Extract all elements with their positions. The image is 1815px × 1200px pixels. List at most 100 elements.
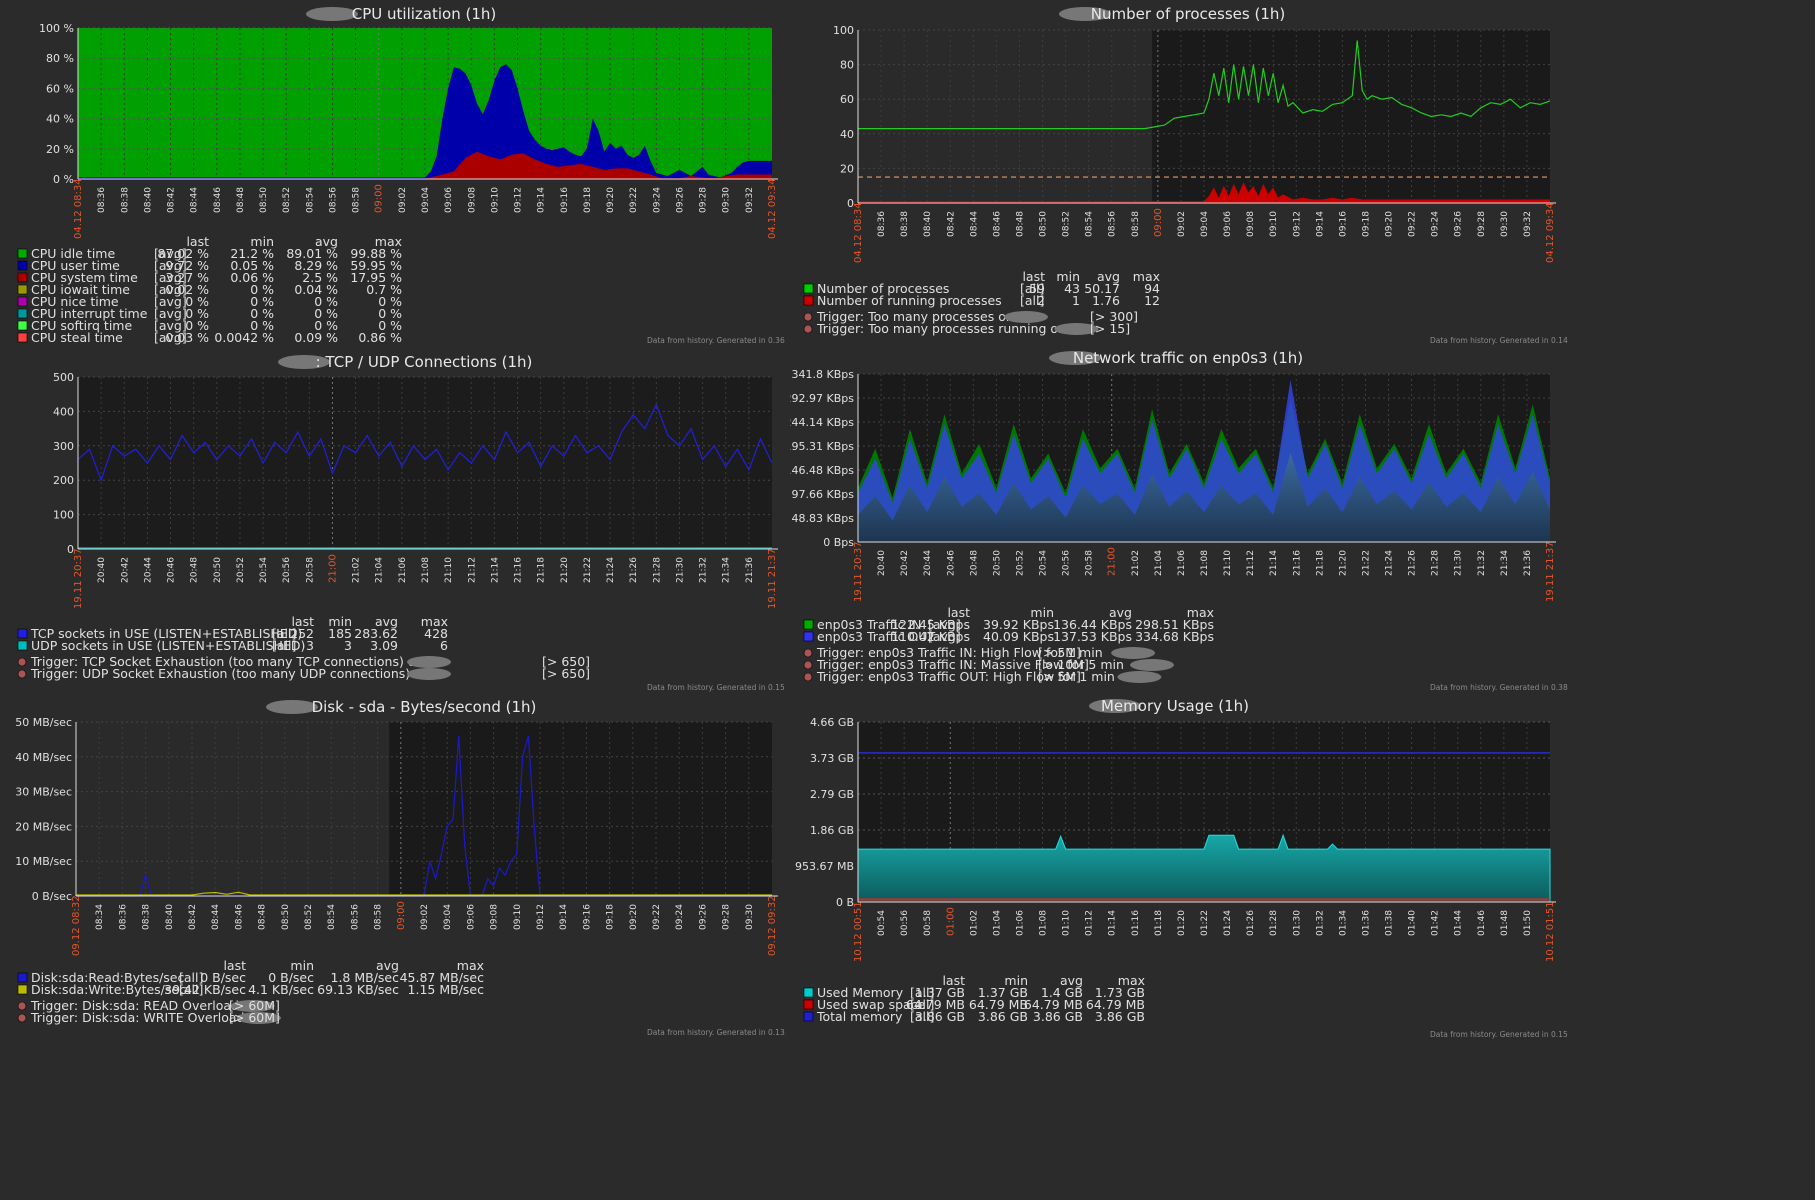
disk-xtick: 08:54 (327, 904, 337, 930)
disk-ytick: 30 MB/sec (15, 786, 72, 799)
proc-xtick: 09:02 (1177, 211, 1187, 237)
cpu-xtick: 09:02 (398, 187, 408, 213)
tcp-trigger-text: Trigger: UDP Socket Exhaustion (too many… (30, 666, 430, 681)
mem-xtick: 01:40 (1408, 910, 1418, 936)
net-xtick: 21:26 (1408, 550, 1418, 576)
net-xtick: 21:06 (1177, 550, 1187, 576)
disk-host-blur (266, 700, 318, 714)
net-trigger-host-blur (1130, 659, 1174, 671)
mem-ytick: 0 B (836, 896, 854, 909)
net-xtick: 20:56 (1062, 550, 1072, 576)
net-legend-last: 110.42 KBps (891, 629, 970, 644)
mem-x-start: 10.12 00:51 (853, 901, 864, 962)
disk-ytick: 40 MB/sec (15, 751, 72, 764)
proc-xtick: 09:04 (1200, 211, 1210, 237)
panel-tcp-udp: : TCP / UDP Connections (1h) 0 100 200 300 40… (4, 350, 787, 697)
disk-ytick: 50 MB/sec (15, 716, 72, 729)
net-xtick: 21:32 (1477, 550, 1487, 576)
tcp-xtick: 21:16 (514, 557, 524, 583)
cpu-xtick: 09:10 (490, 187, 500, 213)
net-title: Network traffic on enp0s3 (1h) (1073, 350, 1303, 367)
proc-trigger-value: [> 15] (1090, 321, 1130, 336)
net-legend-min: 40.09 KBps (983, 629, 1054, 644)
tcp-xtick: 21:04 (375, 557, 385, 583)
tcp-legend-fn: [all] (272, 638, 296, 653)
net-xtick: 21:30 (1454, 550, 1464, 576)
cpu-xtick: 08:52 (282, 187, 292, 213)
net-xtick: 21:22 (1361, 550, 1371, 576)
proc-xtick: 08:52 (1062, 211, 1072, 237)
net-xtick: 20:58 (1085, 550, 1095, 576)
mem-xtick: 00:54 (877, 910, 887, 936)
tcp-xtick: 21:24 (606, 557, 616, 583)
proc-legend-avg: 1.76 (1092, 293, 1120, 308)
cpu-legend-avg: 0.09 % (294, 330, 338, 345)
mem-xtick: 01:04 (992, 910, 1002, 936)
proc-xtick: 08:40 (923, 211, 933, 237)
tcp-xtick: 21:18 (537, 557, 547, 583)
disk-xtick: 09:10 (513, 904, 523, 930)
cpu-xtick: 09:14 (537, 187, 547, 213)
tcp-ytick: 400 (53, 405, 74, 418)
tcp-xtick: 20:42 (120, 557, 130, 583)
disk-legend-avg: 69.13 KB/sec (317, 982, 399, 997)
net-xtick: 20:54 (1039, 550, 1049, 576)
net-ytick: 195.31 KBps (790, 440, 854, 453)
cpu-footer: Data from history. Generated in 0.36 sec (647, 336, 787, 345)
tcp-trigger-dot (17, 657, 27, 667)
net-xtick: 21:36 (1523, 550, 1533, 576)
panel-processes: Number of processes (1h) 0 20 40 60 80 100 08:3… (790, 0, 1570, 350)
tcp-xtick: 21:02 (352, 557, 362, 583)
tcp-xtick: 20:56 (282, 557, 292, 583)
proc-xtick: 08:58 (1131, 211, 1141, 237)
mem-legend-swatch (803, 1011, 814, 1022)
tcp-x-end: 19.11 21:37 (767, 548, 778, 609)
disk-chart: Disk - sda - Bytes/second (1h) 0 B/sec 10 … (15, 698, 787, 1037)
mem-xtick: 01:10 (1062, 910, 1072, 936)
disk-xtick: 08:44 (211, 904, 221, 930)
net-xtick: 21:10 (1223, 550, 1233, 576)
processes-chart: Number of processes (1h)02040608010008:3… (803, 5, 1570, 345)
memory-chart: Memory Usage (1h) 0 B 953.67 MB 1.86 GB 2.79… (795, 697, 1570, 1039)
proc-legend-min: 1 (1072, 293, 1080, 308)
tcp-xtick: 21:06 (398, 557, 408, 583)
proc-xtick: 08:44 (969, 211, 979, 237)
tcp-legend-avg: 3.09 (370, 638, 398, 653)
disk-xtick: 09:04 (443, 904, 453, 930)
net-ytick: 48.83 KBps (792, 512, 855, 525)
mem-legend-min: 3.86 GB (978, 1009, 1028, 1024)
net-xtick: 21:16 (1292, 550, 1302, 576)
cpu-host-blur (306, 7, 358, 21)
proc-footer: Data from history. Generated in 0.14 sec (1430, 336, 1570, 345)
tcp-legend-min: 3 (344, 638, 352, 653)
cpu-xtick: 09:16 (560, 187, 570, 213)
net-xtick: 20:52 (1015, 550, 1025, 576)
mem-legend-last: 3.86 GB (915, 1009, 965, 1024)
cpu-xtick: 09:04 (421, 187, 431, 213)
mem-xtick: 01:34 (1338, 910, 1348, 936)
proc-xtick: 09:24 (1431, 211, 1441, 237)
net-legend-swatch (803, 631, 814, 642)
tcp-ytick: 300 (53, 440, 74, 453)
mem-xtick: 00:58 (923, 910, 933, 936)
cpu-legend-swatch (17, 284, 28, 295)
net-legend-swatch (803, 619, 814, 630)
disk-xtick: 09:16 (582, 904, 592, 930)
cpu-xtick: 08:54 (305, 187, 315, 213)
net-xtick: 20:42 (900, 550, 910, 576)
tcp-ytick: 200 (53, 474, 74, 487)
tcp-udp-chart: : TCP / UDP Connections (1h)010020030040… (17, 353, 787, 692)
proc-xtick: 09:16 (1338, 211, 1348, 237)
cpu-xtick: 08:42 (167, 187, 177, 213)
proc-trigger-dot (803, 312, 813, 322)
proc-title: Number of processes (1h) (1091, 5, 1285, 23)
cpu-legend-last: 0.03 % (165, 330, 209, 345)
disk-xtick: 09:12 (536, 904, 546, 930)
net-ytick: 146.48 KBps (790, 464, 854, 477)
mem-x-end: 10.12 01:51 (1545, 901, 1556, 962)
cpu-title: CPU utilization (1h) (352, 5, 496, 23)
disk-xtick: 08:52 (304, 904, 314, 930)
proc-x-end: 04.12 09:34 (1545, 202, 1556, 263)
mem-xtick: 01:24 (1223, 910, 1233, 936)
net-xtick: 21:18 (1315, 550, 1325, 576)
